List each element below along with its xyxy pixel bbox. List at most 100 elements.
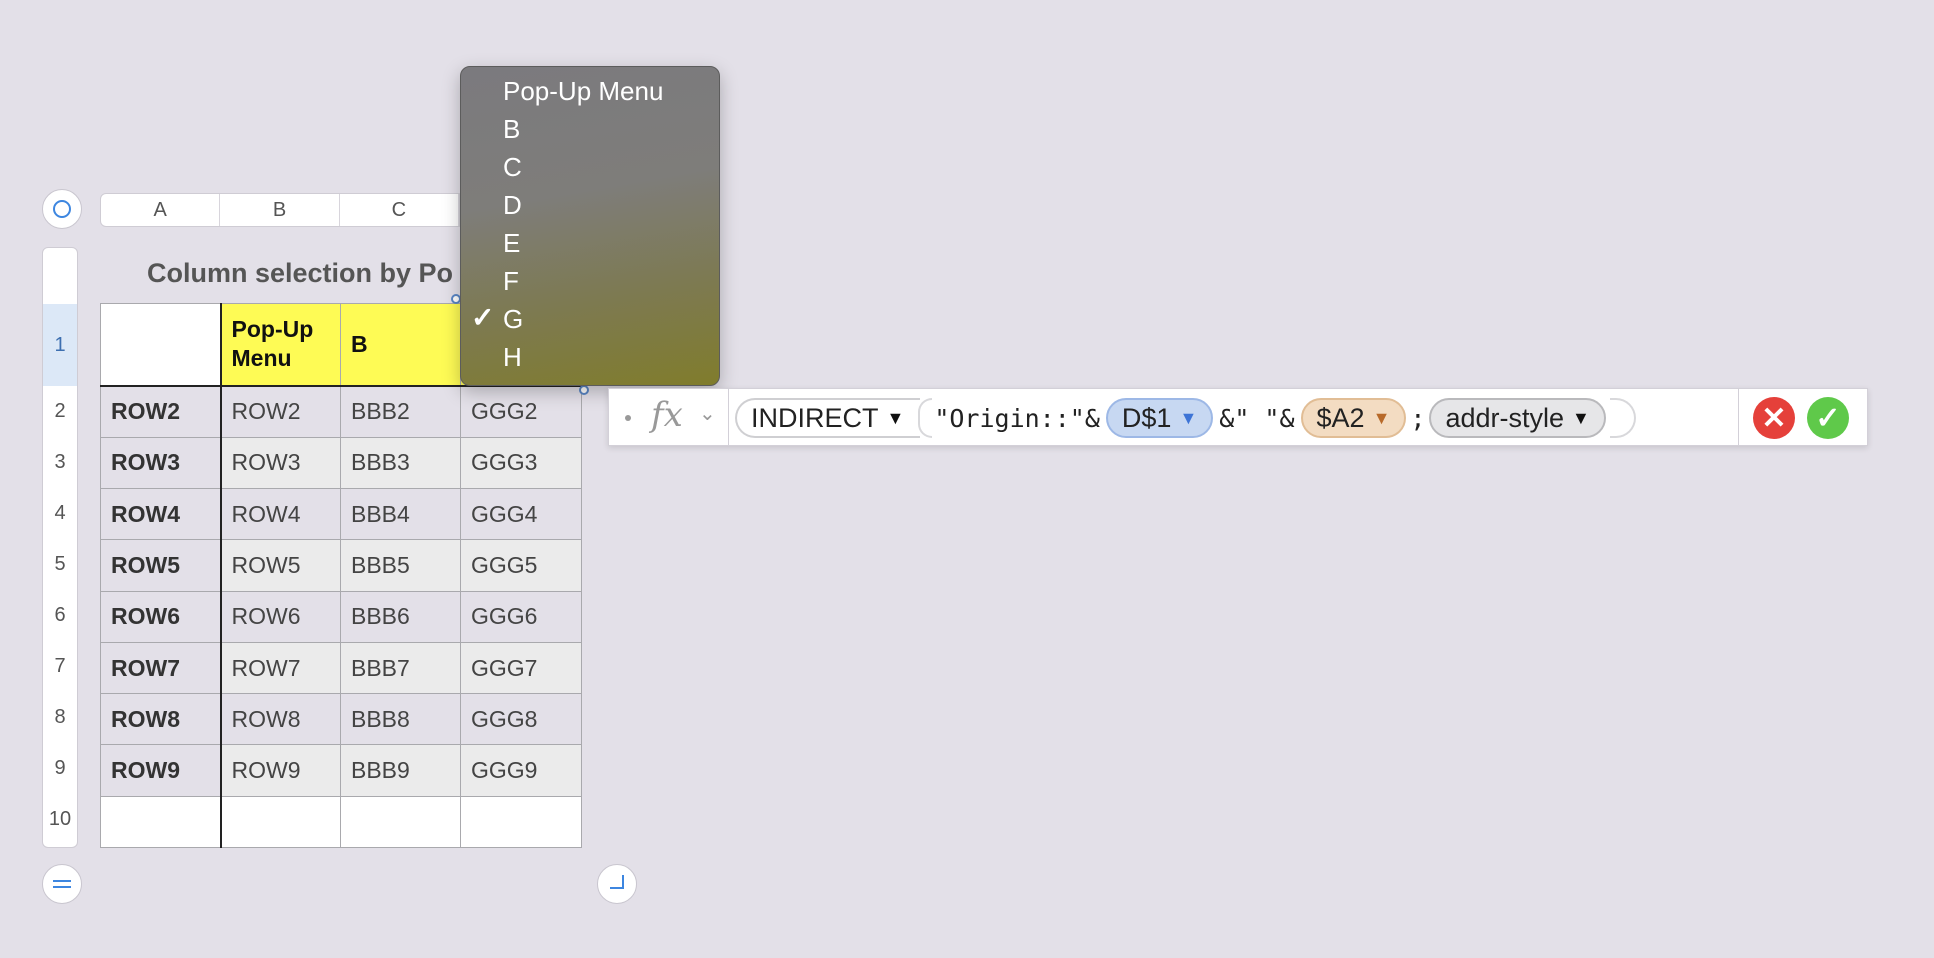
cell-b9[interactable]: ROW9 [220, 744, 341, 797]
cell-b5[interactable]: ROW5 [220, 539, 341, 592]
cell-c2[interactable]: BBB2 [340, 385, 461, 438]
formula-editor[interactable]: INDIRECT ▼ "Origin::"& D$1 ▼ &" "& $A2 ▼… [735, 397, 1636, 439]
cell-d8[interactable]: GGG8 [460, 693, 582, 746]
cell-c7[interactable]: BBB7 [340, 641, 461, 695]
cell-a10[interactable] [100, 795, 222, 849]
row-header-10[interactable]: 10 [43, 794, 77, 845]
cell-b10[interactable] [220, 795, 341, 849]
popup-menu-item-f[interactable]: F [503, 266, 519, 297]
formula-literal-origin[interactable]: "Origin::"& [934, 404, 1100, 433]
cancel-formula-button[interactable]: ✕ [1753, 397, 1795, 439]
cell-b4[interactable]: ROW4 [220, 488, 341, 541]
column-header-c[interactable]: C [340, 194, 459, 226]
function-token[interactable]: INDIRECT ▼ [735, 398, 921, 438]
cell-a1[interactable] [100, 302, 222, 387]
formula-bar-divider [1738, 389, 1739, 445]
row-header-2[interactable]: 2 [43, 386, 77, 437]
close-icon: ✕ [1761, 401, 1787, 435]
cell-b2[interactable]: ROW2 [220, 385, 341, 438]
fx-icon[interactable]: fx [651, 395, 683, 435]
table-row: ROW8 ROW8 BBB8 GGG8 [100, 693, 582, 746]
popup-menu-item-d[interactable]: D [503, 190, 522, 221]
cell-c8[interactable]: BBB8 [340, 693, 461, 746]
table-row: ROW4 ROW4 BBB4 GGG4 [100, 488, 582, 541]
cell-b6[interactable]: ROW6 [220, 590, 341, 643]
dropdown-triangle-icon[interactable]: ▼ [1179, 408, 1197, 429]
cell-c5[interactable]: BBB5 [340, 539, 461, 592]
column-header-a[interactable]: A [101, 194, 221, 226]
cell-a5[interactable]: ROW5 [100, 539, 222, 592]
cell-b7[interactable]: ROW7 [220, 641, 341, 695]
popup-menu-item-pop-up-menu[interactable]: Pop-Up Menu [503, 76, 663, 107]
cell-a3[interactable]: ROW3 [100, 436, 222, 490]
cell-c10[interactable] [340, 795, 461, 849]
row-header-4[interactable]: 4 [43, 488, 77, 539]
cell-d3[interactable]: GGG3 [460, 436, 582, 490]
row-header-6[interactable]: 6 [43, 590, 77, 641]
popup-menu-item-b[interactable]: B [503, 114, 520, 145]
row-header-7[interactable]: 7 [43, 641, 77, 692]
cell-b3[interactable]: ROW3 [220, 436, 341, 490]
cell-d9[interactable]: GGG9 [460, 744, 582, 797]
cell-c6[interactable]: BBB6 [340, 590, 461, 643]
resize-table-button[interactable] [597, 864, 637, 904]
paren-close [1609, 398, 1636, 438]
table-row: ROW9 ROW9 BBB9 GGG9 [100, 744, 582, 797]
cell-a6[interactable]: ROW6 [100, 590, 222, 643]
cell-b1-popup-menu-header[interactable]: Pop-Up Menu [220, 302, 341, 387]
formula-bar: fx ⌄ INDIRECT ▼ "Origin::"& D$1 ▼ &" "& … [608, 388, 1868, 446]
cell-d7[interactable]: GGG7 [460, 641, 582, 695]
drag-handle-dot[interactable] [625, 415, 631, 421]
circle-icon [53, 200, 71, 218]
paren-open [918, 398, 933, 438]
popup-menu-item-h[interactable]: H [503, 342, 522, 373]
row-header-3[interactable]: 3 [43, 437, 77, 488]
dropdown-triangle-icon[interactable]: ▼ [1373, 408, 1391, 429]
dropdown-triangle-icon[interactable]: ▼ [1572, 408, 1590, 429]
cell-a8[interactable]: ROW8 [100, 693, 222, 746]
cell-c1-header[interactable]: B [340, 302, 461, 387]
row-header-title-space [43, 248, 77, 304]
argument-label: addr-style [1445, 402, 1565, 433]
select-all-table-button[interactable] [42, 189, 82, 229]
cell-a2[interactable]: ROW2 [100, 385, 222, 438]
table-row: ROW5 ROW5 BBB5 GGG5 [100, 539, 582, 592]
checkmark-icon: ✓ [471, 302, 495, 333]
table-row: ROW6 ROW6 BBB6 GGG6 [100, 590, 582, 643]
cell-d10[interactable] [460, 795, 582, 849]
cell-c9[interactable]: BBB9 [340, 744, 461, 797]
cell-a4[interactable]: ROW4 [100, 488, 222, 541]
row-header-1[interactable]: 1 [43, 304, 77, 386]
cell-d6[interactable]: GGG6 [460, 590, 582, 643]
chevron-down-icon[interactable]: ⌄ [699, 401, 716, 426]
row-header-9[interactable]: 9 [43, 743, 77, 794]
cell-a7[interactable]: ROW7 [100, 641, 222, 695]
cell-b8[interactable]: ROW8 [220, 693, 341, 746]
cell-c3[interactable]: BBB3 [340, 436, 461, 490]
reference-token-d1[interactable]: D$1 ▼ [1105, 398, 1214, 438]
equals-icon [53, 880, 71, 888]
argument-separator: ; [1410, 403, 1426, 433]
cell-d4[interactable]: GGG4 [460, 488, 582, 541]
table-row: ROW7 ROW7 BBB7 GGG7 [100, 641, 582, 695]
cell-d2[interactable]: GGG2 [460, 385, 582, 438]
reference-label: D$1 [1121, 402, 1172, 433]
column-header-b[interactable]: B [220, 194, 340, 226]
row-header-8[interactable]: 8 [43, 692, 77, 743]
accept-formula-button[interactable]: ✓ [1807, 397, 1849, 439]
row-header-5[interactable]: 5 [43, 539, 77, 590]
add-rows-button[interactable] [42, 864, 82, 904]
cell-d5[interactable]: GGG5 [460, 539, 582, 592]
formula-literal-space[interactable]: &" "& [1219, 404, 1294, 433]
popup-menu-item-c[interactable]: C [503, 152, 522, 183]
selection-handle-bottom-right[interactable] [579, 385, 589, 395]
popup-menu-item-e[interactable]: E [503, 228, 520, 259]
cell-a9[interactable]: ROW9 [100, 744, 222, 797]
cell-c4[interactable]: BBB4 [340, 488, 461, 541]
table-row: ROW2 ROW2 BBB2 GGG2 [100, 385, 582, 438]
dropdown-triangle-icon[interactable]: ▼ [887, 408, 905, 429]
table-title[interactable]: Column selection by Po [147, 258, 453, 289]
reference-token-a2[interactable]: $A2 ▼ [1300, 398, 1407, 438]
popup-menu-item-g[interactable]: G [503, 304, 523, 335]
argument-token-addr-style[interactable]: addr-style ▼ [1429, 398, 1606, 438]
